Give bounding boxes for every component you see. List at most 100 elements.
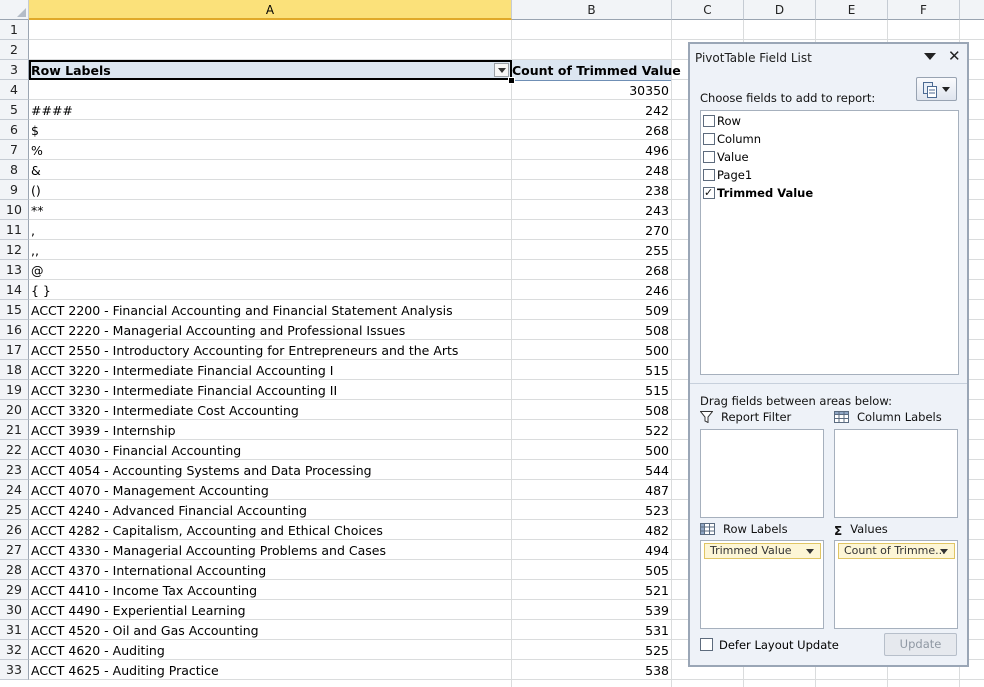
field-checkbox[interactable]	[703, 151, 715, 163]
count-value-cell[interactable]: 246	[512, 280, 669, 300]
row-label-cell[interactable]: ACCT 4330 - Managerial Accounting Proble…	[31, 540, 509, 560]
count-value-cell[interactable]: 238	[512, 180, 669, 200]
row-header[interactable]: 17	[0, 340, 29, 360]
row-labels-zone[interactable]: Trimmed Value	[700, 540, 824, 629]
values-zone[interactable]: Count of Trimme...	[834, 540, 958, 629]
count-value-cell[interactable]: 515	[512, 360, 669, 380]
row-header[interactable]: 33	[0, 660, 29, 680]
update-button[interactable]: Update	[884, 633, 957, 656]
row-label-cell[interactable]: ACCT 4070 - Management Accounting	[31, 480, 509, 500]
count-value-cell[interactable]: 268	[512, 120, 669, 140]
count-value-cell[interactable]: 509	[512, 300, 669, 320]
row-label-cell[interactable]: ACCT 4625 - Auditing Practice	[31, 660, 509, 680]
row-label-cell[interactable]: ()	[31, 180, 509, 200]
row-label-cell[interactable]: ACCT 4520 - Oil and Gas Accounting	[31, 620, 509, 640]
row-label-cell[interactable]: ACCT 4410 - Income Tax Accounting	[31, 580, 509, 600]
count-value-cell[interactable]: 242	[512, 100, 669, 120]
field-item[interactable]: Page1	[703, 166, 752, 184]
row-header[interactable]: 24	[0, 480, 29, 500]
count-value-cell[interactable]: 270	[512, 220, 669, 240]
count-value-cell[interactable]: 255	[512, 240, 669, 260]
defer-layout-update[interactable]: Defer Layout Update	[700, 638, 839, 652]
row-label-cell[interactable]: ACCT 4490 - Experiential Learning	[31, 600, 509, 620]
count-value-cell[interactable]: 515	[512, 380, 669, 400]
row-label-cell[interactable]: ACCT 4370 - International Accounting	[31, 560, 509, 580]
count-value-cell[interactable]: 496	[512, 140, 669, 160]
row-label-cell[interactable]: $	[31, 120, 509, 140]
count-value-cell[interactable]: 521	[512, 580, 669, 600]
count-value-cell[interactable]: 522	[512, 420, 669, 440]
row-header[interactable]: 25	[0, 500, 29, 520]
row-header[interactable]: 5	[0, 100, 29, 120]
count-value-cell[interactable]: 30350	[512, 80, 669, 100]
count-value-cell[interactable]: 525	[512, 640, 669, 660]
row-header[interactable]: 32	[0, 640, 29, 660]
count-value-cell[interactable]: 539	[512, 600, 669, 620]
column-header-g[interactable]	[960, 0, 984, 20]
field-item[interactable]: Trimmed Value	[703, 184, 813, 202]
row-header[interactable]: 10	[0, 200, 29, 220]
row-label-cell[interactable]: ACCT 3230 - Intermediate Financial Accou…	[31, 380, 509, 400]
row-header[interactable]: 13	[0, 260, 29, 280]
row-label-cell[interactable]	[31, 80, 509, 100]
row-label-cell[interactable]: ACCT 4030 - Financial Accounting	[31, 440, 509, 460]
row-label-cell[interactable]: ACCT 4054 - Accounting Systems and Data …	[31, 460, 509, 480]
count-value-cell[interactable]: 487	[512, 480, 669, 500]
row-header[interactable]: 23	[0, 460, 29, 480]
row-header[interactable]: 27	[0, 540, 29, 560]
row-header[interactable]: 4	[0, 80, 29, 100]
row-header[interactable]: 15	[0, 300, 29, 320]
row-header[interactable]: 7	[0, 140, 29, 160]
field-checkbox[interactable]	[703, 184, 715, 202]
row-header[interactable]: 8	[0, 160, 29, 180]
count-value-cell[interactable]	[512, 20, 669, 40]
row-label-cell[interactable]: ,	[31, 220, 509, 240]
row-header[interactable]: 6	[0, 120, 29, 140]
field-checkbox[interactable]	[703, 115, 715, 127]
row-header[interactable]: 2	[0, 40, 29, 60]
field-item[interactable]: Column	[703, 130, 761, 148]
row-label-cell[interactable]: ,,	[31, 240, 509, 260]
row-labels-filter-button[interactable]	[494, 63, 509, 77]
count-value-cell[interactable]: 508	[512, 320, 669, 340]
row-label-cell[interactable]: ACCT 3220 - Intermediate Financial Accou…	[31, 360, 509, 380]
column-header-e[interactable]: E	[816, 0, 888, 20]
row-header[interactable]: 19	[0, 380, 29, 400]
row-header[interactable]: 9	[0, 180, 29, 200]
row-header[interactable]: 1	[0, 20, 29, 40]
field-item[interactable]: Row	[703, 112, 741, 130]
row-label-cell[interactable]: ACCT 3320 - Intermediate Cost Accounting	[31, 400, 509, 420]
select-all-corner[interactable]	[0, 0, 29, 20]
count-value-cell[interactable]: 508	[512, 400, 669, 420]
count-header-cell[interactable]: Count of Trimmed Value	[512, 60, 681, 80]
row-header[interactable]: 28	[0, 560, 29, 580]
count-value-cell[interactable]: 544	[512, 460, 669, 480]
column-labels-zone[interactable]	[834, 429, 958, 518]
count-value-cell[interactable]: 523	[512, 500, 669, 520]
row-header[interactable]: 11	[0, 220, 29, 240]
defer-checkbox[interactable]	[700, 638, 713, 651]
row-header[interactable]: 30	[0, 600, 29, 620]
row-label-cell[interactable]: ACCT 2220 - Managerial Accounting and Pr…	[31, 320, 509, 340]
row-header[interactable]: 26	[0, 520, 29, 540]
count-value-cell[interactable]	[512, 40, 669, 60]
count-value-cell[interactable]: 268	[512, 260, 669, 280]
fields-layout-button[interactable]	[916, 77, 957, 101]
row-label-cell[interactable]: ####	[31, 100, 509, 120]
column-header-d[interactable]: D	[744, 0, 816, 20]
row-label-cell[interactable]	[31, 20, 509, 40]
row-header[interactable]: 31	[0, 620, 29, 640]
count-value-cell[interactable]: 248	[512, 160, 669, 180]
row-header[interactable]: 3	[0, 60, 29, 80]
fill-handle[interactable]	[508, 77, 515, 84]
column-header-a[interactable]: A	[29, 0, 512, 20]
row-label-cell[interactable]	[31, 40, 509, 60]
count-value-cell[interactable]: 500	[512, 440, 669, 460]
row-label-cell[interactable]: **	[31, 200, 509, 220]
row-label-cell[interactable]: ACCT 3939 - Internship	[31, 420, 509, 440]
row-label-cell[interactable]: ACCT 4282 - Capitalism, Accounting and E…	[31, 520, 509, 540]
row-label-cell[interactable]: ACCT 4240 - Advanced Financial Accountin…	[31, 500, 509, 520]
row-label-cell[interactable]: ACCT 2200 - Financial Accounting and Fin…	[31, 300, 509, 320]
count-value-cell[interactable]: 505	[512, 560, 669, 580]
count-value-cell[interactable]: 538	[512, 660, 669, 680]
